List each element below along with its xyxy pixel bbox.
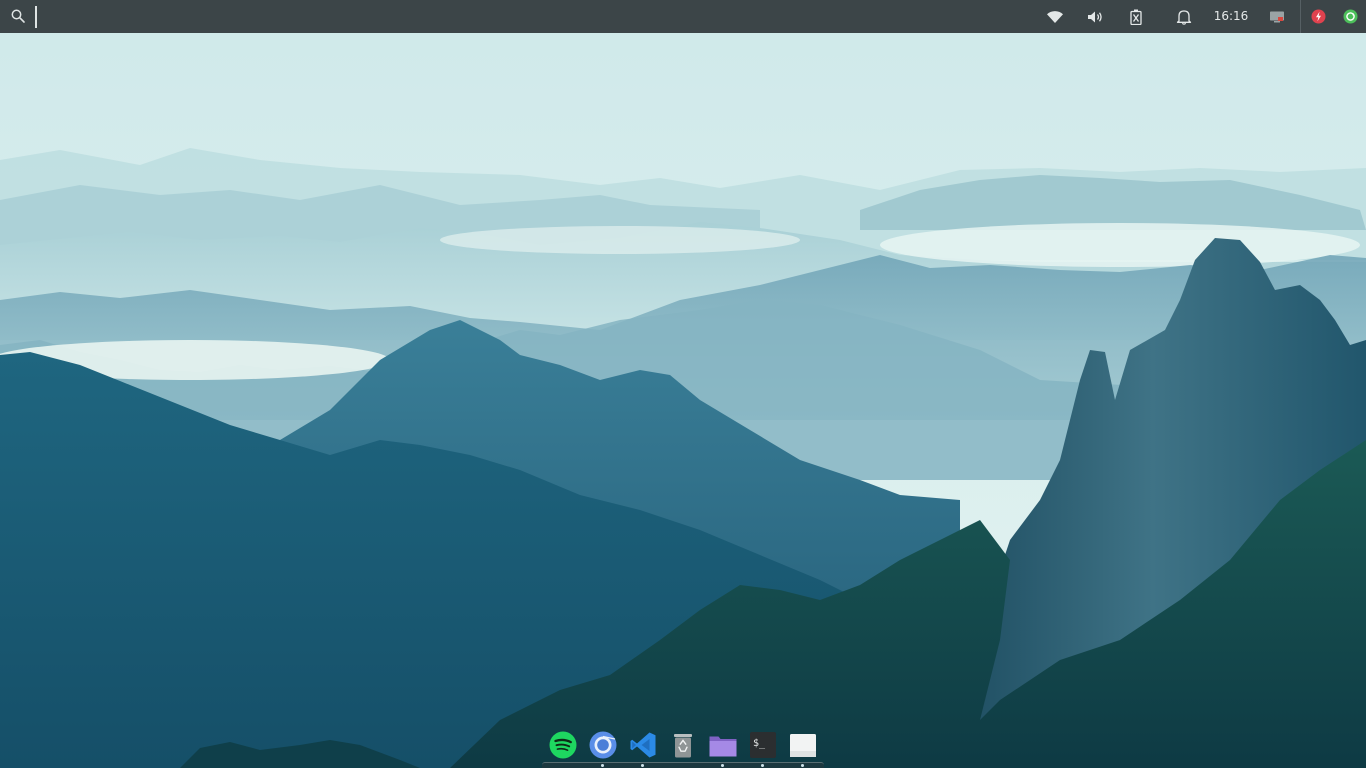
running-indicator [761, 764, 764, 767]
running-indicator [641, 764, 644, 767]
running-indicator [801, 764, 804, 767]
folder-icon[interactable] [708, 730, 738, 760]
volume-icon[interactable] [1084, 0, 1108, 33]
trash-icon[interactable] [668, 730, 698, 760]
running-indicator [601, 764, 604, 767]
wifi-icon[interactable] [1043, 0, 1067, 33]
display-icon[interactable] [1265, 0, 1289, 33]
running-indicator [721, 764, 724, 767]
wallpaper-mountains [0, 0, 1366, 768]
spotify-icon[interactable] [548, 730, 578, 760]
dock: $_ [542, 727, 824, 768]
search-area[interactable] [8, 6, 38, 28]
top-panel: 16:16 [0, 0, 1366, 33]
notifications-icon[interactable] [1172, 0, 1196, 33]
desktop[interactable]: 16:16 $_ [0, 0, 1366, 768]
dock-shelf [542, 762, 824, 768]
document-icon[interactable] [788, 730, 818, 760]
terminal-icon[interactable]: $_ [748, 730, 778, 760]
chromium-icon[interactable] [588, 730, 618, 760]
battery-icon[interactable] [1124, 0, 1148, 33]
power-indicator-icon[interactable] [1306, 0, 1330, 33]
vscode-icon[interactable] [628, 730, 658, 760]
panel-separator [1300, 0, 1301, 33]
clock[interactable]: 16:16 [1208, 0, 1254, 33]
search-text-cursor [35, 6, 37, 28]
search-icon[interactable] [10, 8, 26, 24]
svg-text:$_: $_ [753, 738, 766, 749]
sync-indicator-icon[interactable] [1338, 0, 1362, 33]
